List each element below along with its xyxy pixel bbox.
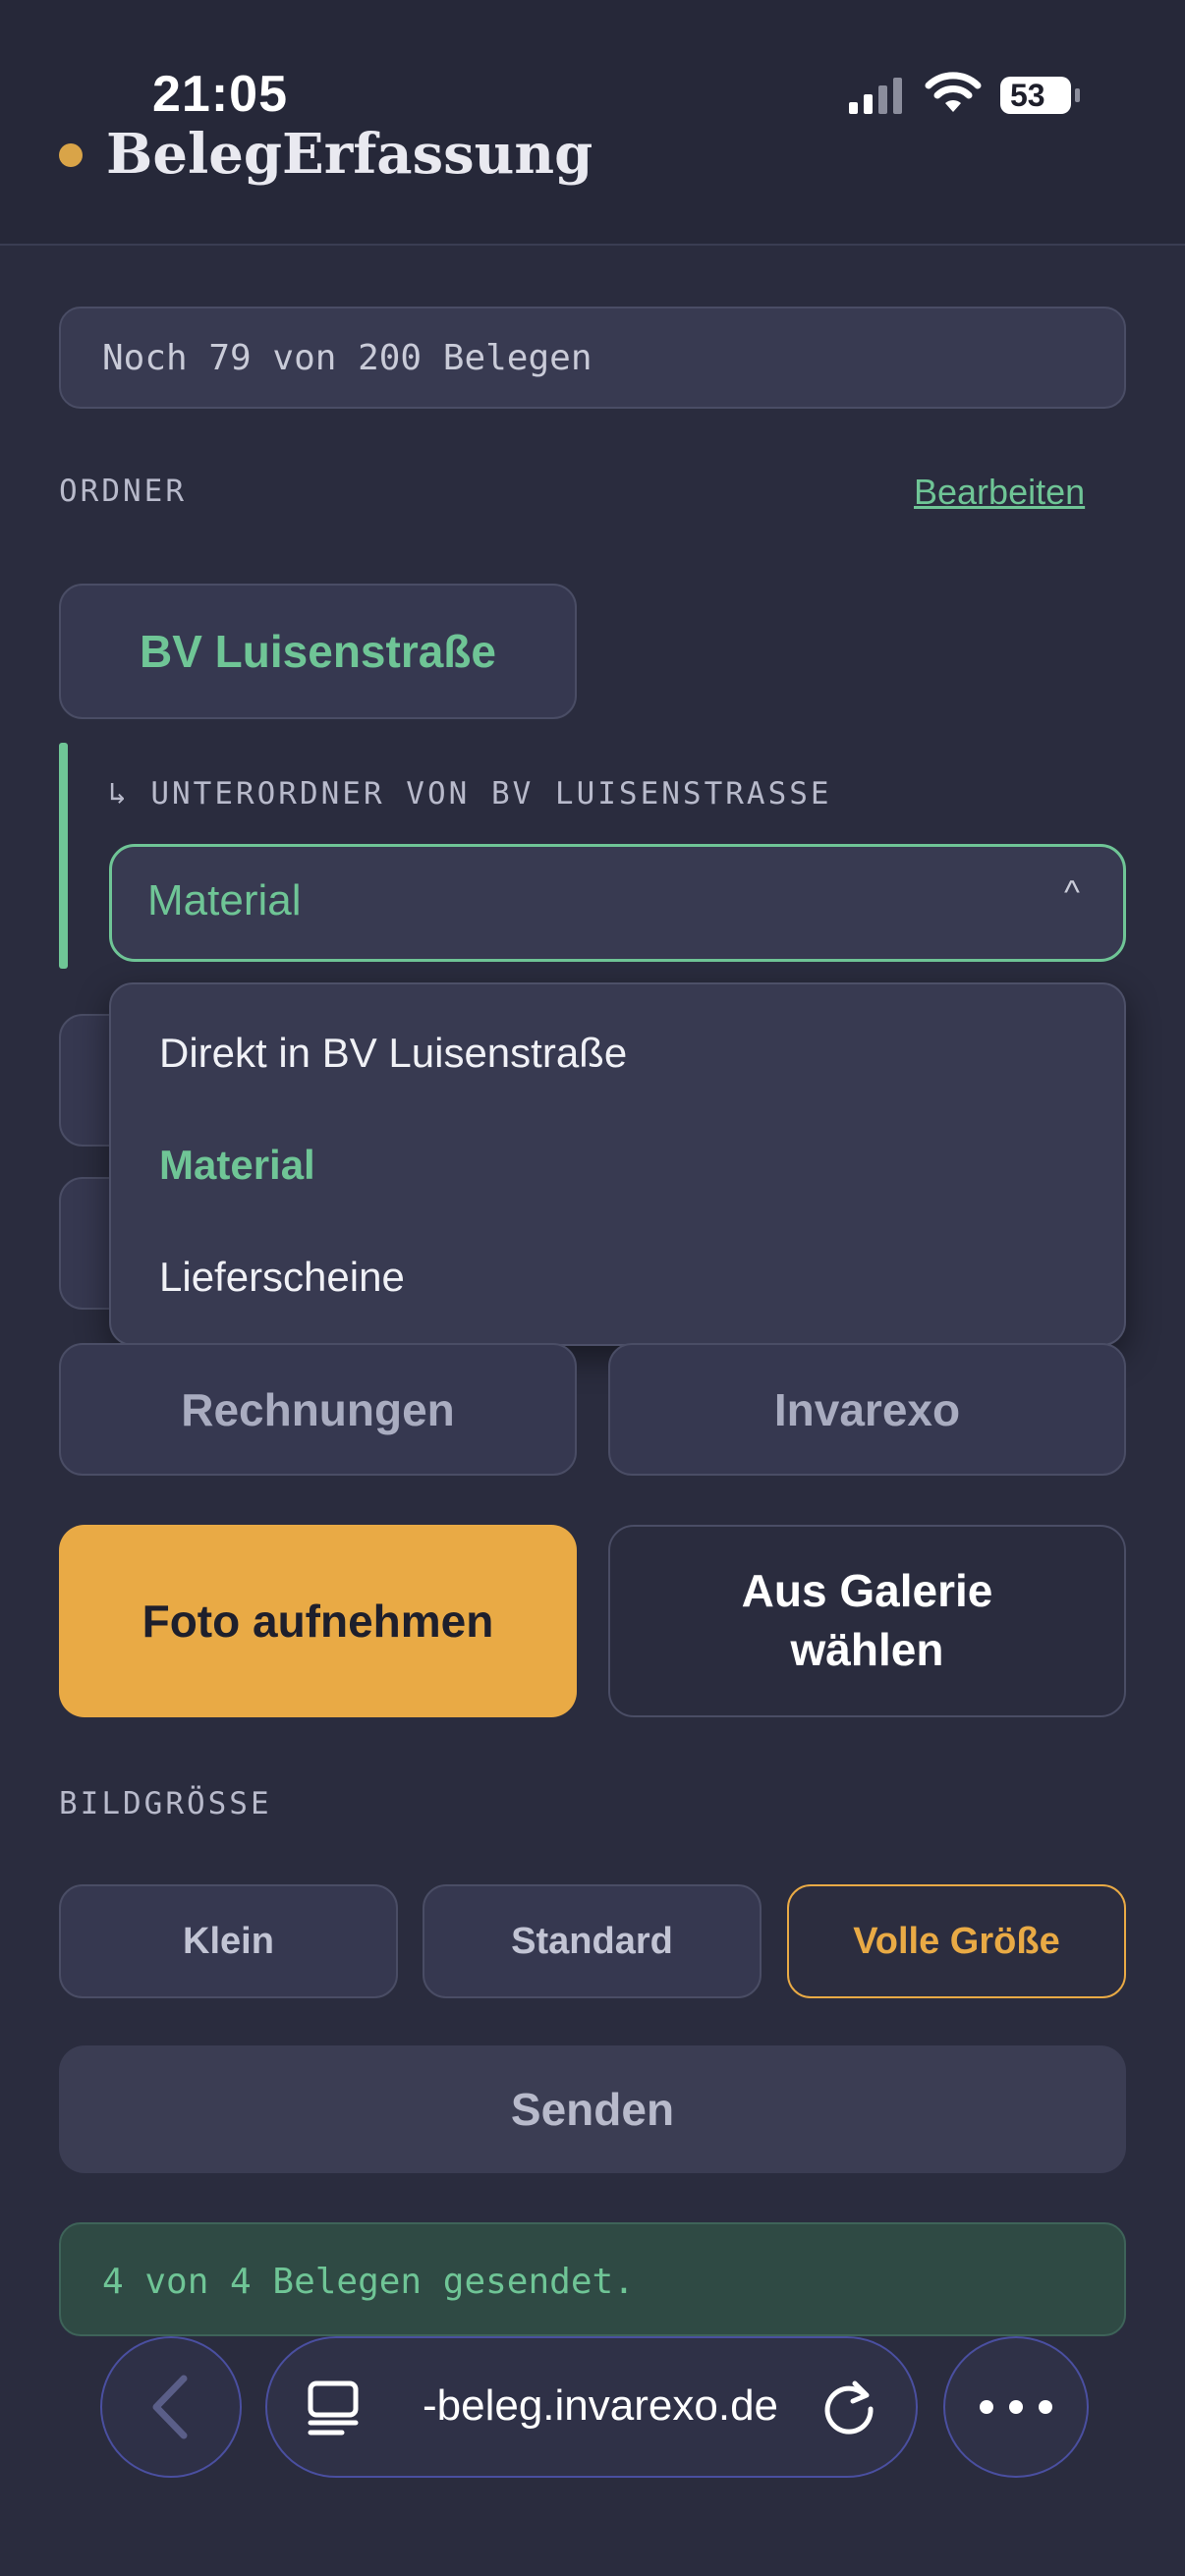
- wifi-icon: [925, 72, 982, 112]
- size-option-standard[interactable]: Standard: [423, 1884, 762, 1998]
- send-button[interactable]: Senden: [59, 2045, 1126, 2173]
- folder-chip-selected[interactable]: BV Luisenstraße: [59, 584, 577, 719]
- dropdown-option-selected[interactable]: Material: [159, 1142, 315, 1189]
- status-time: 21:05: [152, 66, 288, 123]
- image-size-label: BILDGRÖSSE: [59, 1786, 272, 1821]
- quota-text: Noch 79 von 200 Belegen: [102, 338, 592, 378]
- tabs-icon[interactable]: [307, 2378, 362, 2436]
- size-option-small[interactable]: Klein: [59, 1884, 398, 1998]
- cellular-signal-icon: [849, 78, 902, 114]
- success-message: 4 von 4 Belegen gesendet.: [102, 2262, 635, 2302]
- reload-icon[interactable]: [819, 2378, 878, 2436]
- more-dot-icon: [1039, 2400, 1052, 2414]
- folders-label: ORDNER: [59, 474, 187, 509]
- edit-link[interactable]: Bearbeiten: [914, 472, 1085, 513]
- dropdown-option[interactable]: Direkt in BV Luisenstraße: [159, 1030, 627, 1077]
- url-text: -beleg.invarexo.de: [423, 2381, 779, 2430]
- size-option-full[interactable]: Volle Größe: [787, 1884, 1126, 1998]
- subfolder-select-value: Material: [147, 876, 302, 924]
- battery-level: 53: [1010, 78, 1045, 113]
- folder-chip-rechnungen[interactable]: Rechnungen: [59, 1343, 577, 1476]
- app-title: BelegErfassung: [106, 122, 593, 187]
- take-photo-button[interactable]: Foto aufnehmen: [59, 1525, 577, 1717]
- dropdown-option[interactable]: Lieferscheine: [159, 1254, 405, 1301]
- chevron-up-icon: ^: [1064, 874, 1080, 912]
- more-dot-icon: [980, 2400, 993, 2414]
- subfolder-indicator: [59, 743, 68, 969]
- chevron-left-icon: [152, 2375, 188, 2439]
- subfolder-label: ↳ UNTERORDNER VON BV LUISENSTRASSE: [108, 776, 832, 812]
- brand-dot: [59, 143, 83, 167]
- folder-chip-invarexo[interactable]: Invarexo: [608, 1343, 1126, 1476]
- more-dot-icon: [1009, 2400, 1023, 2414]
- battery-icon: 53: [998, 75, 1081, 116]
- back-button[interactable]: [100, 2336, 242, 2478]
- more-options-button[interactable]: [943, 2336, 1089, 2478]
- choose-from-gallery-button[interactable]: Aus Galerie wählen: [608, 1525, 1126, 1717]
